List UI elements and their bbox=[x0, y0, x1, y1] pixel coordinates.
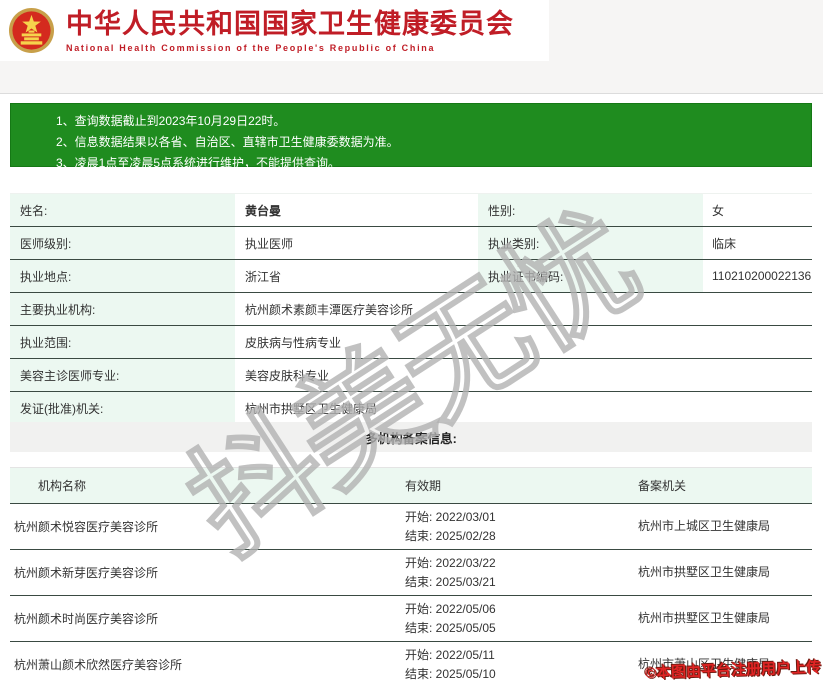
institution-name: 杭州颜术时尚医疗美容诊所 bbox=[14, 612, 159, 626]
field-value-name: 黄台曼 bbox=[235, 194, 478, 226]
field-label: 执业地点: bbox=[10, 260, 235, 292]
field-value: 110210200022136 bbox=[703, 260, 812, 292]
validity-start: 开始: 2022/03/22 bbox=[405, 555, 496, 570]
field-value: 美容皮肤科专业 bbox=[235, 359, 812, 391]
china-national-emblem-icon bbox=[8, 7, 55, 54]
site-header: 中华人民共和国国家卫生健康委员会 National Health Commiss… bbox=[0, 0, 549, 61]
notice-line: 1、查询数据截止到2023年10月29日22时。 bbox=[56, 114, 286, 128]
table-row: 发证(批准)机关: 杭州市拱墅区卫生健康局 bbox=[10, 392, 812, 425]
validity-period: 开始: 2022/03/01 结束: 2025/02/28 bbox=[395, 508, 627, 546]
field-value: 女 bbox=[703, 194, 812, 226]
registration-authority: 杭州市拱墅区卫生健康局 bbox=[638, 611, 771, 625]
field-value: 杭州市拱墅区卫生健康局 bbox=[235, 392, 812, 424]
field-label: 医师级别: bbox=[10, 227, 235, 259]
field-value: 浙江省 bbox=[235, 260, 478, 292]
query-notice-box: 1、查询数据截止到2023年10月29日22时。 2、信息数据结果以各省、自治区… bbox=[10, 103, 812, 170]
column-header-institution: 机构名称 bbox=[38, 479, 87, 493]
validity-period: 开始: 2022/03/22 结束: 2025/03/21 bbox=[395, 554, 627, 592]
institution-name: 杭州颜术新芽医疗美容诊所 bbox=[14, 566, 159, 580]
validity-start: 开始: 2022/05/06 bbox=[405, 601, 496, 616]
validity-end: 结束: 2025/02/28 bbox=[405, 528, 496, 543]
field-value: 皮肤病与性病专业 bbox=[235, 326, 812, 358]
column-header-authority: 备案机关 bbox=[638, 479, 687, 493]
registration-authority: 杭州市拱墅区卫生健康局 bbox=[638, 565, 771, 579]
registration-authority: 杭州市上城区卫生健康局 bbox=[638, 519, 771, 533]
validity-end: 结束: 2025/05/05 bbox=[405, 620, 496, 635]
table-row: 美容主诊医师专业: 美容皮肤科专业 bbox=[10, 359, 812, 392]
validity-start: 开始: 2022/05/11 bbox=[405, 647, 495, 662]
field-label: 执业证书编码: bbox=[478, 260, 703, 292]
field-value: 临床 bbox=[703, 227, 812, 259]
doctor-detail-table: 姓名: 黄台曼 性别: 女 医师级别: 执业医师 执业类别: 临床 执业地点: … bbox=[10, 193, 812, 425]
table-row: 杭州颜术时尚医疗美容诊所 开始: 2022/05/06 结束: 2025/05/… bbox=[10, 596, 812, 642]
field-label: 主要执业机构: bbox=[10, 293, 235, 325]
field-value: 杭州颜术素颜丰潭医疗美容诊所 bbox=[235, 293, 812, 325]
multi-institution-section-title: 多机构备案信息: bbox=[10, 422, 812, 452]
table-row: 姓名: 黄台曼 性别: 女 bbox=[10, 194, 812, 227]
validity-period: 开始: 2022/05/06 结束: 2025/05/05 bbox=[395, 600, 627, 638]
validity-start: 开始: 2022/03/01 bbox=[405, 509, 496, 524]
field-value: 执业医师 bbox=[235, 227, 478, 259]
registration-authority: 杭州市萧山区卫生健康局 bbox=[638, 657, 771, 671]
notice-line: 2、信息数据结果以各省、自治区、直辖市卫生健康委数据为准。 bbox=[56, 135, 399, 149]
validity-end: 结束: 2025/03/21 bbox=[405, 574, 496, 589]
column-header-validity: 有效期 bbox=[405, 479, 442, 493]
notice-line: 3、凌晨1点至凌晨5点系统进行维护，不能提供查询。 bbox=[56, 156, 341, 170]
table-row: 执业范围: 皮肤病与性病专业 bbox=[10, 326, 812, 359]
table-row: 杭州颜术悦容医疗美容诊所 开始: 2022/03/01 结束: 2025/02/… bbox=[10, 504, 812, 550]
field-label: 执业类别: bbox=[478, 227, 703, 259]
header-titles: 中华人民共和国国家卫生健康委员会 National Health Commiss… bbox=[66, 9, 514, 53]
table-row: 杭州颜术新芽医疗美容诊所 开始: 2022/03/22 结束: 2025/03/… bbox=[10, 550, 812, 596]
field-label: 执业范围: bbox=[10, 326, 235, 358]
table-header-row: 机构名称 有效期 备案机关 bbox=[10, 468, 812, 504]
field-label: 性别: bbox=[478, 194, 703, 226]
table-row: 执业地点: 浙江省 执业证书编码: 110210200022136 bbox=[10, 260, 812, 293]
site-title: 中华人民共和国国家卫生健康委员会 bbox=[66, 8, 514, 39]
validity-period: 开始: 2022/05/11 结束: 2025/05/10 bbox=[395, 646, 627, 680]
institution-name: 杭州颜术悦容医疗美容诊所 bbox=[14, 520, 159, 534]
field-label: 美容主诊医师专业: bbox=[10, 359, 235, 391]
multi-institution-table: 机构名称 有效期 备案机关 杭州颜术悦容医疗美容诊所 开始: 2022/03/0… bbox=[10, 467, 812, 680]
validity-end: 结束: 2025/05/10 bbox=[405, 666, 496, 680]
license-query-result-page: 中华人民共和国国家卫生健康委员会 National Health Commiss… bbox=[0, 0, 823, 680]
table-row: 主要执业机构: 杭州颜术素颜丰潭医疗美容诊所 bbox=[10, 293, 812, 326]
field-label: 发证(批准)机关: bbox=[10, 392, 235, 424]
table-row: 杭州萧山颜术欣然医疗美容诊所 开始: 2022/05/11 结束: 2025/0… bbox=[10, 642, 812, 680]
site-subtitle: National Health Commission of the People… bbox=[66, 42, 436, 53]
institution-name: 杭州萧山颜术欣然医疗美容诊所 bbox=[14, 658, 183, 672]
table-row: 医师级别: 执业医师 执业类别: 临床 bbox=[10, 227, 812, 260]
field-label: 姓名: bbox=[10, 194, 235, 226]
